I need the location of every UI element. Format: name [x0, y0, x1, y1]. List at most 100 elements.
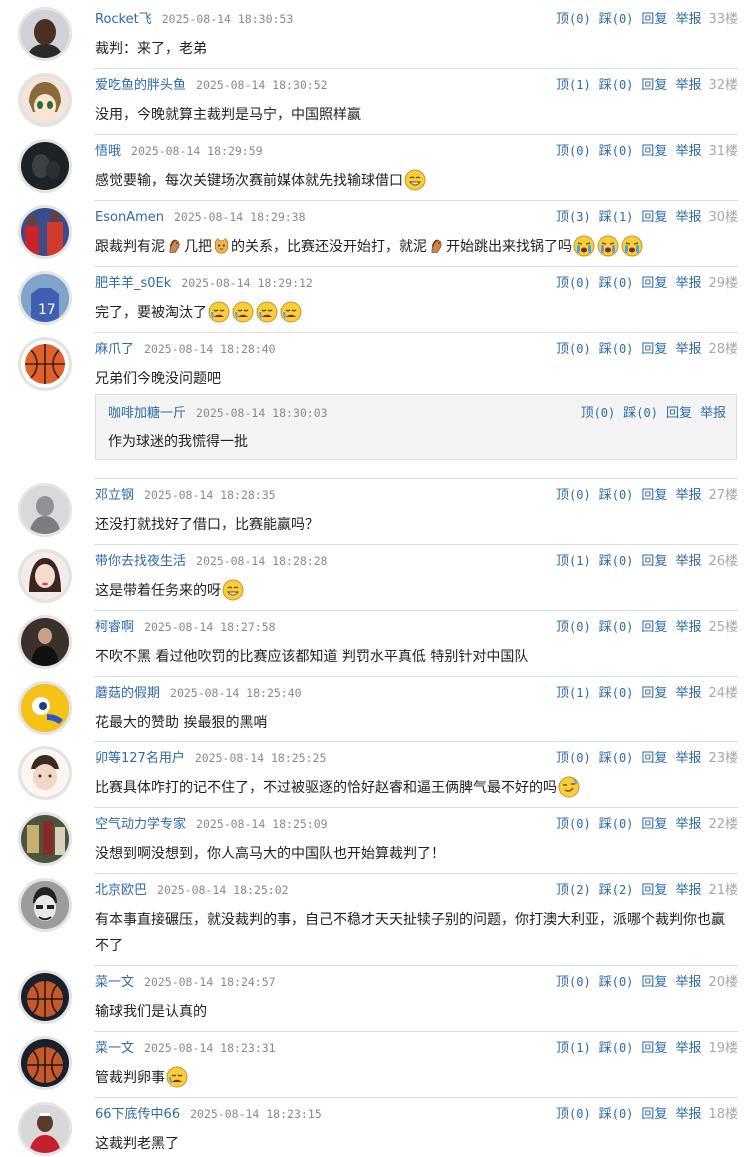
avatar[interactable] [18, 549, 72, 603]
downvote-button[interactable]: 踩(1) [599, 210, 634, 225]
avatar[interactable] [18, 139, 72, 193]
username-link[interactable]: EsonAmen [95, 210, 164, 225]
report-button[interactable]: 举报 [675, 1107, 701, 1122]
report-button[interactable]: 举报 [675, 975, 701, 990]
avatar[interactable] [18, 1036, 72, 1090]
downvote-button[interactable]: 踩(0) [599, 12, 634, 27]
reply-button[interactable]: 回复 [641, 1107, 667, 1122]
downvote-button[interactable]: 踩(0) [599, 342, 634, 357]
downvote-button[interactable]: 踩(0) [599, 276, 634, 291]
downvote-button[interactable]: 踩(0) [599, 817, 634, 832]
reply-button[interactable]: 回复 [641, 210, 667, 225]
avatar[interactable] [18, 812, 72, 866]
upvote-button[interactable]: 顶(0) [556, 276, 591, 291]
downvote-button[interactable]: 踩(0) [599, 1107, 634, 1122]
upvote-button[interactable]: 顶(0) [556, 488, 591, 503]
upvote-button[interactable]: 顶(0) [556, 817, 591, 832]
reply-button[interactable]: 回复 [641, 883, 667, 898]
reply-button[interactable]: 回复 [641, 975, 667, 990]
username-link[interactable]: 邓立钢 [95, 488, 134, 503]
avatar[interactable]: 17 [18, 271, 72, 325]
downvote-button[interactable]: 踩(2) [599, 883, 634, 898]
upvote-button[interactable]: 顶(0) [556, 342, 591, 357]
report-button[interactable]: 举报 [675, 554, 701, 569]
reply-button[interactable]: 回复 [666, 406, 692, 421]
username-link[interactable]: 66下底传中66 [95, 1107, 180, 1122]
downvote-button[interactable]: 踩(0) [623, 406, 658, 421]
avatar[interactable] [18, 746, 72, 800]
username-link[interactable]: 麻爪了 [95, 342, 134, 357]
upvote-button[interactable]: 顶(0) [556, 975, 591, 990]
report-button[interactable]: 举报 [675, 883, 701, 898]
report-button[interactable]: 举报 [675, 751, 701, 766]
username-link[interactable]: 爱吃鱼的胖头鱼 [95, 78, 186, 93]
reply-button[interactable]: 回复 [641, 1041, 667, 1056]
reply-button[interactable]: 回复 [641, 276, 667, 291]
avatar[interactable] [18, 337, 72, 391]
report-button[interactable]: 举报 [675, 1041, 701, 1056]
downvote-button[interactable]: 踩(0) [599, 1041, 634, 1056]
avatar[interactable] [18, 205, 72, 259]
username-link[interactable]: 带你去找夜生活 [95, 554, 186, 569]
upvote-button[interactable]: 顶(3) [556, 210, 591, 225]
avatar[interactable] [18, 681, 72, 735]
downvote-button[interactable]: 踩(0) [599, 554, 634, 569]
downvote-button[interactable]: 踩(0) [599, 620, 634, 635]
report-button[interactable]: 举报 [675, 144, 701, 159]
avatar[interactable] [18, 615, 72, 669]
upvote-button[interactable]: 顶(0) [556, 620, 591, 635]
report-button[interactable]: 举报 [675, 78, 701, 93]
downvote-button[interactable]: 踩(0) [599, 488, 634, 503]
downvote-button[interactable]: 踩(0) [599, 686, 634, 701]
avatar[interactable] [18, 878, 72, 932]
upvote-button[interactable]: 顶(0) [581, 406, 616, 421]
username-link[interactable]: 肥羊羊_s0Ek [95, 276, 171, 291]
reply-button[interactable]: 回复 [641, 78, 667, 93]
avatar[interactable] [18, 970, 72, 1024]
avatar[interactable] [18, 73, 72, 127]
reply-button[interactable]: 回复 [641, 554, 667, 569]
username-link[interactable]: 菜一文 [95, 975, 134, 990]
upvote-button[interactable]: 顶(0) [556, 12, 591, 27]
upvote-button[interactable]: 顶(0) [556, 751, 591, 766]
username-link[interactable]: Rocket飞 [95, 12, 152, 27]
username-link[interactable]: 菜一文 [95, 1041, 134, 1056]
upvote-button[interactable]: 顶(2) [556, 883, 591, 898]
avatar[interactable] [18, 1102, 72, 1156]
report-button[interactable]: 举报 [675, 686, 701, 701]
report-button[interactable]: 举报 [675, 817, 701, 832]
upvote-button[interactable]: 顶(1) [556, 78, 591, 93]
report-button[interactable]: 举报 [675, 12, 701, 27]
reply-button[interactable]: 回复 [641, 144, 667, 159]
reply-button[interactable]: 回复 [641, 12, 667, 27]
reply-username-link[interactable]: 咖啡加糖一斤 [108, 406, 186, 421]
username-link[interactable]: 空气动力学专家 [95, 817, 186, 832]
username-link[interactable]: 悟哦 [95, 144, 121, 159]
upvote-button[interactable]: 顶(1) [556, 686, 591, 701]
username-link[interactable]: 蘑菇的假期 [95, 686, 160, 701]
report-button[interactable]: 举报 [675, 342, 701, 357]
report-button[interactable]: 举报 [675, 276, 701, 291]
upvote-button[interactable]: 顶(1) [556, 1041, 591, 1056]
downvote-button[interactable]: 踩(0) [599, 144, 634, 159]
upvote-button[interactable]: 顶(0) [556, 1107, 591, 1122]
report-button[interactable]: 举报 [675, 488, 701, 503]
report-button[interactable]: 举报 [675, 210, 701, 225]
downvote-button[interactable]: 踩(0) [599, 78, 634, 93]
avatar[interactable] [18, 483, 72, 537]
reply-button[interactable]: 回复 [641, 488, 667, 503]
upvote-button[interactable]: 顶(1) [556, 554, 591, 569]
report-button[interactable]: 举报 [700, 406, 726, 421]
username-link[interactable]: 北京欧巴 [95, 883, 147, 898]
reply-button[interactable]: 回复 [641, 686, 667, 701]
downvote-button[interactable]: 踩(0) [599, 975, 634, 990]
avatar[interactable] [18, 7, 72, 61]
downvote-button[interactable]: 踩(0) [599, 751, 634, 766]
username-link[interactable]: 卯等127名用户 [95, 751, 185, 766]
username-link[interactable]: 柯睿啊 [95, 620, 134, 635]
reply-button[interactable]: 回复 [641, 620, 667, 635]
upvote-button[interactable]: 顶(0) [556, 144, 591, 159]
reply-button[interactable]: 回复 [641, 751, 667, 766]
report-button[interactable]: 举报 [675, 620, 701, 635]
reply-button[interactable]: 回复 [641, 342, 667, 357]
